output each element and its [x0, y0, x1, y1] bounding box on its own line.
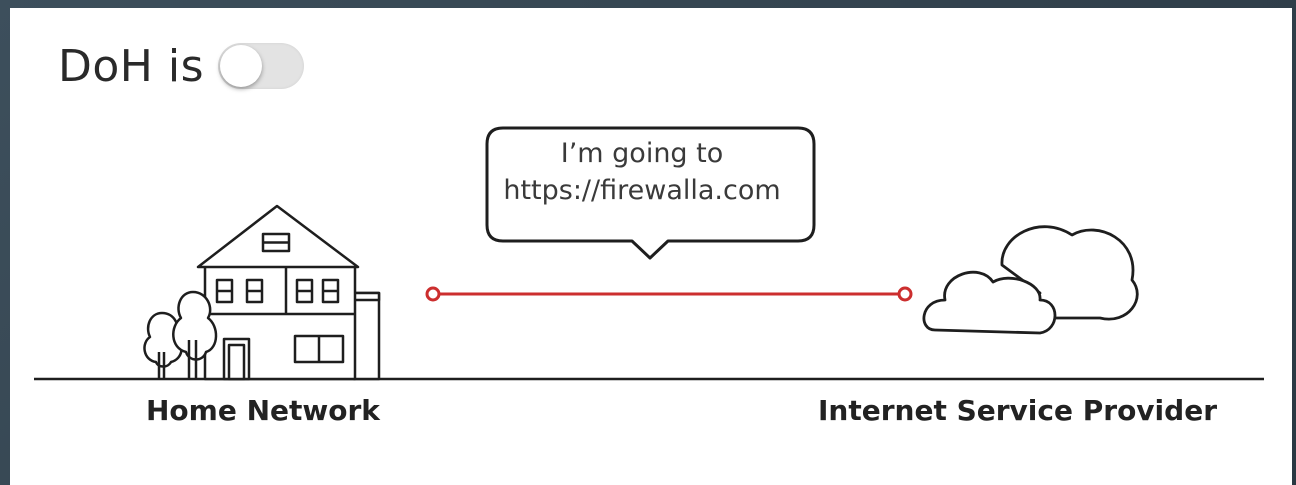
doh-label: DoH is: [58, 40, 205, 92]
cloud-icon: [922, 225, 1139, 335]
toggle-knob[interactable]: [220, 45, 263, 87]
doh-status-row: DoH is: [58, 36, 305, 96]
speech-bubble-text: I’m going to https://firewalla.com: [478, 135, 806, 209]
home-network-label: Home Network: [146, 394, 380, 427]
bubble-line-1: I’m going to: [560, 138, 724, 169]
connection-endpoint-left: [425, 286, 441, 302]
connection-endpoint-right: [897, 286, 913, 302]
doh-toggle[interactable]: [218, 43, 305, 89]
bubble-line-2: https://firewalla.com: [503, 175, 781, 206]
connection-line: [425, 286, 913, 302]
house-icon: [196, 204, 381, 381]
isp-label: Internet Service Provider: [818, 394, 1217, 427]
